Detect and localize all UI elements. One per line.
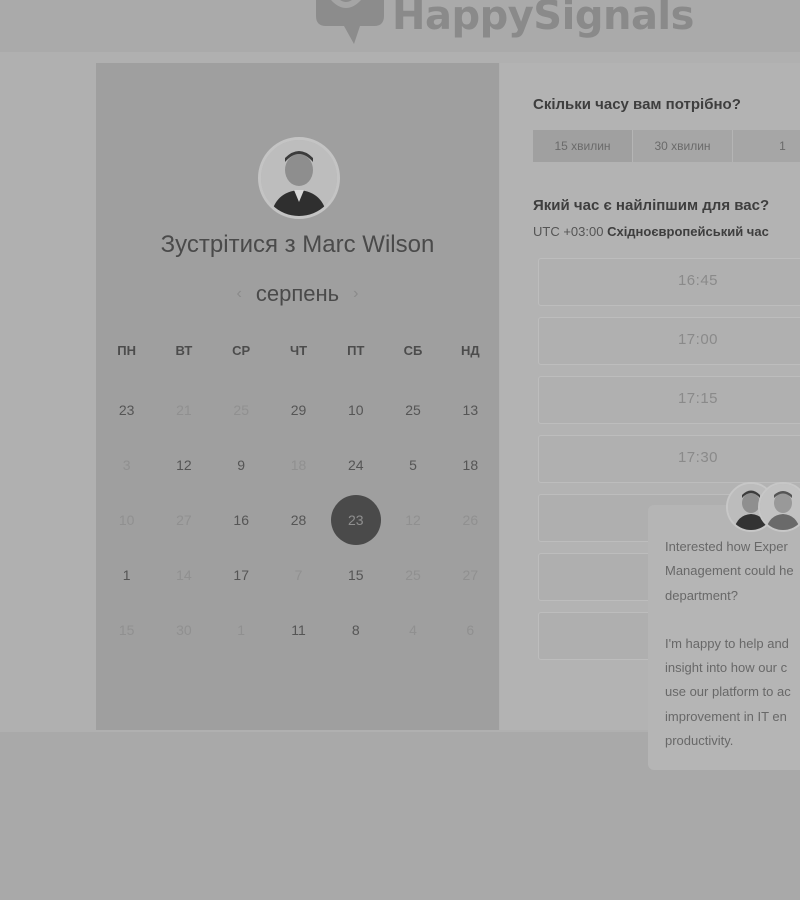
time-slot[interactable]: 17:30 — [538, 435, 800, 483]
chevron-right-icon[interactable]: › — [353, 285, 358, 303]
chat-line: improvement in IT en — [665, 708, 787, 724]
calendar-panel: Зустрітися з Marc Wilson ‹ серпень › ПН … — [96, 63, 499, 730]
calendar-day[interactable]: 28 — [270, 512, 327, 528]
time-question: Який час є найліпшим для вас? — [533, 197, 770, 214]
calendar-day: 4 — [409, 621, 417, 638]
calendar-day[interactable]: 15 — [327, 567, 384, 583]
header-bar: HappySignals — [0, 0, 800, 52]
calendar-day[interactable]: 5 — [384, 457, 441, 473]
calendar-day: 1 — [237, 621, 246, 638]
chat-spacer — [665, 608, 800, 632]
duration-option-15[interactable]: 15 хвилин — [533, 130, 633, 162]
calendar-day: 21 — [176, 401, 192, 418]
chat-line: productivity. — [665, 733, 734, 749]
weekday-label: ВТ — [175, 342, 193, 358]
calendar-day: 27 — [462, 566, 479, 583]
time-slot[interactable]: 17:15 — [538, 376, 800, 424]
calendar-week: 15 30 1 11 8 4 6 — [98, 602, 499, 657]
chat-line: Management could he — [665, 563, 794, 579]
calendar-day-selected[interactable]: 23 — [327, 494, 384, 545]
time-slot-label: 17:30 — [677, 449, 719, 466]
calendar-week: 1 14 17 7 15 25 27 — [98, 547, 499, 602]
calendar-week: 10 27 16 28 23 12 26 — [98, 492, 499, 547]
calendar-day: 26 — [462, 511, 479, 528]
weekday-label: ПН — [117, 342, 136, 358]
time-slot-label: 17:00 — [677, 331, 719, 348]
calendar-day: 6 — [466, 621, 475, 638]
chat-popup[interactable]: Interested how Exper Management could he… — [648, 505, 800, 770]
calendar-day[interactable]: 17 — [213, 567, 270, 583]
calendar-day: 10 — [118, 511, 135, 528]
chat-message: Interested how Exper Management could he… — [665, 535, 800, 753]
calendar-day: 25 — [405, 566, 421, 583]
weekday-label: СБ — [403, 342, 423, 358]
calendar-day: 25 — [233, 401, 249, 418]
calendar-day[interactable]: 12 — [155, 457, 212, 473]
calendar-day: 14 — [176, 566, 192, 583]
selected-day-label: 23 — [330, 494, 381, 545]
timezone-selector[interactable]: UTC +03:00 Східноєвропейський час — [533, 224, 769, 239]
brand-name: HappySignals — [392, 0, 694, 39]
calendar-day[interactable]: 16 — [213, 512, 270, 528]
chat-line: Interested how Exper — [665, 539, 788, 554]
calendar-day[interactable]: 18 — [442, 457, 499, 473]
calendar-day[interactable]: 23 — [98, 402, 155, 418]
duration-option-30[interactable]: 30 хвилин — [633, 130, 733, 162]
chevron-left-icon[interactable]: ‹ — [237, 285, 242, 303]
calendar-day: 12 — [405, 511, 421, 528]
month-navigator: ‹ серпень › — [96, 281, 499, 307]
duration-option-60[interactable]: 1 — [733, 130, 800, 162]
speech-bubble-logo-icon — [308, 0, 384, 46]
time-slot-label: 17:15 — [677, 390, 719, 407]
calendar-day[interactable]: 13 — [442, 402, 499, 418]
weekday-label: ПТ — [347, 342, 365, 358]
host-avatar — [258, 137, 340, 219]
calendar-day: 7 — [294, 566, 303, 583]
calendar-day: 15 — [118, 621, 135, 638]
happysignals-logo: HappySignals — [308, 0, 694, 46]
weekday-label: НД — [461, 342, 480, 358]
time-slot[interactable]: 17:00 — [538, 317, 800, 365]
calendar-day: 30 — [176, 621, 192, 638]
calendar-day[interactable]: 10 — [327, 402, 384, 418]
time-slot-label: 16:45 — [677, 272, 719, 289]
month-label: серпень — [255, 281, 340, 306]
calendar-day[interactable]: 9 — [213, 457, 270, 473]
duration-selector: 15 хвилин 30 хвилин 1 — [533, 130, 800, 162]
chat-line: insight into how our c — [665, 660, 788, 676]
chat-line: I'm happy to help and — [665, 635, 789, 651]
calendar-day: 3 — [122, 456, 131, 473]
chat-agent-avatar — [758, 482, 800, 532]
calendar-day[interactable]: 25 — [384, 402, 441, 418]
timezone-offset: UTC +03:00 — [533, 224, 604, 239]
weekday-header: ПН ВТ СР ЧТ ПТ СБ НД — [98, 338, 499, 362]
calendar-day[interactable]: 8 — [327, 622, 384, 638]
calendar-day[interactable]: 24 — [327, 457, 384, 473]
calendar-day: 27 — [176, 511, 192, 528]
weekday-label: ЧТ — [289, 342, 308, 358]
calendar-day[interactable]: 29 — [270, 402, 327, 418]
calendar-day[interactable]: 11 — [270, 622, 327, 638]
meeting-title: Зустрітися з Marc Wilson — [160, 231, 435, 258]
calendar-grid: ПН ВТ СР ЧТ ПТ СБ НД 23 21 25 29 10 25 1… — [98, 338, 499, 657]
chat-line: use our platform to ac — [665, 684, 791, 700]
chat-line: department? — [665, 587, 738, 603]
timezone-name: Східноєвропейський час — [607, 224, 769, 239]
calendar-week: 23 21 25 29 10 25 13 — [98, 382, 499, 437]
chat-avatars — [726, 482, 800, 532]
calendar-day[interactable]: 1 — [98, 567, 155, 583]
duration-question: Скільки часу вам потрібно? — [533, 96, 741, 113]
time-slot[interactable]: 16:45 — [538, 258, 800, 306]
calendar-day: 18 — [290, 456, 307, 473]
weekday-label: СР — [232, 342, 251, 358]
calendar-week: 3 12 9 18 24 5 18 — [98, 437, 499, 492]
